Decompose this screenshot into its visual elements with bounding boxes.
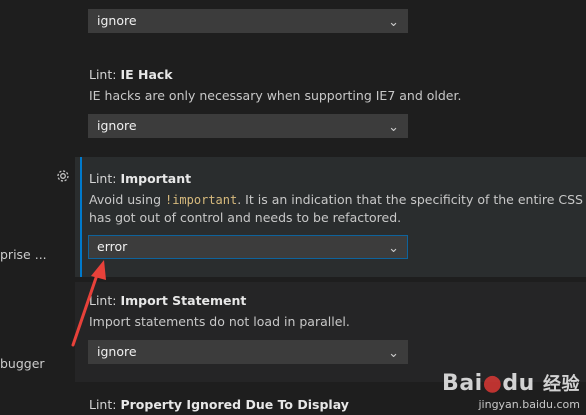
annotation-arrow bbox=[71, 260, 106, 347]
watermark-url: jingyan.baidu.com bbox=[478, 398, 580, 411]
watermark-suffix: 经验 bbox=[543, 374, 580, 395]
baidu-watermark: Bai●du 经验 jingyan.baidu.com bbox=[442, 371, 580, 411]
watermark-brand: Bai bbox=[442, 371, 483, 396]
watermark-brand2: du bbox=[502, 371, 535, 396]
